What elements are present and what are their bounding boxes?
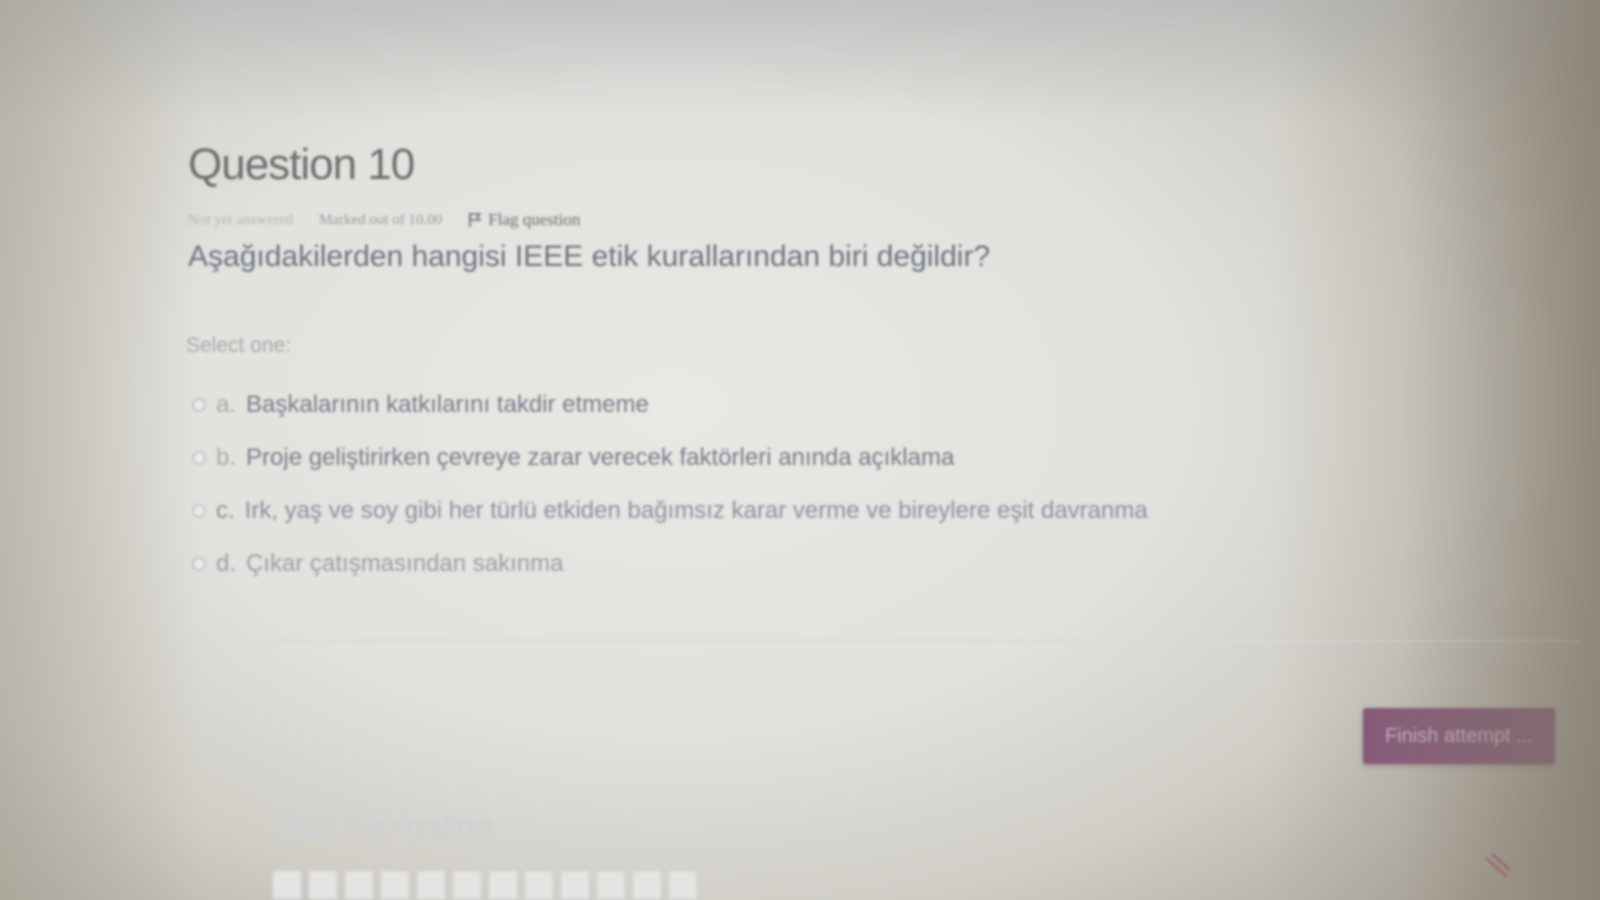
quiz-page: Question 10 Not yet answered Marked out … bbox=[0, 0, 1600, 900]
option-letter-a: a. bbox=[216, 390, 237, 418]
option-letter-c: c. bbox=[216, 496, 235, 524]
radio-button-b[interactable] bbox=[192, 450, 206, 465]
quiz-nav-button[interactable] bbox=[380, 870, 410, 900]
finish-attempt-button[interactable]: Finish attempt ... bbox=[1363, 708, 1555, 764]
quiz-nav-button[interactable] bbox=[344, 870, 374, 900]
answer-option-a[interactable]: a. Başkalarının katkılarını takdir etmem… bbox=[192, 378, 1148, 431]
quiz-nav-button[interactable] bbox=[560, 870, 590, 900]
answer-option-d[interactable]: d. Çıkar çatışmasından sakınma bbox=[192, 537, 1148, 590]
quiz-navigation-buttons bbox=[272, 870, 698, 900]
radio-button-d[interactable] bbox=[192, 556, 206, 571]
select-one-prompt: Select one: bbox=[186, 334, 292, 357]
radio-button-a[interactable] bbox=[192, 397, 206, 412]
question-marks: Marked out of 10.00 bbox=[318, 211, 443, 228]
quiz-nav-button[interactable] bbox=[416, 870, 446, 900]
quiz-nav-button[interactable] bbox=[524, 870, 554, 900]
quiz-navigation-title: Quiz navigation bbox=[272, 808, 493, 844]
quiz-nav-button[interactable] bbox=[668, 870, 698, 900]
option-letter-d: d. bbox=[216, 549, 237, 577]
quiz-nav-button[interactable] bbox=[632, 870, 662, 900]
question-text: Aşağıdakilerden hangisi IEEE etik kurall… bbox=[188, 240, 991, 273]
block-toggle-icon[interactable] bbox=[1480, 848, 1514, 882]
answer-option-b[interactable]: b. Proje geliştirirken çevreye zarar ver… bbox=[192, 431, 1148, 484]
question-info: Not yet answered Marked out of 10.00 Fla… bbox=[188, 210, 580, 230]
question-title: Question 10 bbox=[188, 140, 415, 189]
radio-button-c[interactable] bbox=[192, 503, 206, 518]
flag-question-link[interactable]: Flag question bbox=[468, 210, 580, 230]
option-text-c: Irk, yaş ve soy gibi her türlü etkiden b… bbox=[244, 496, 1148, 524]
quiz-nav-button[interactable] bbox=[272, 870, 302, 900]
question-status: Not yet answered bbox=[188, 211, 293, 228]
quiz-nav-button[interactable] bbox=[308, 870, 338, 900]
section-divider bbox=[180, 640, 1580, 642]
quiz-nav-button[interactable] bbox=[452, 870, 482, 900]
quiz-nav-button[interactable] bbox=[596, 870, 626, 900]
flag-question-label: Flag question bbox=[488, 210, 581, 229]
option-text-a: Başkalarının katkılarını takdir etmeme bbox=[246, 390, 649, 418]
option-text-b: Proje geliştirirken çevreye zarar verece… bbox=[246, 443, 955, 471]
option-text-d: Çıkar çatışmasından sakınma bbox=[246, 549, 564, 577]
answer-options: a. Başkalarının katkılarını takdir etmem… bbox=[192, 378, 1148, 590]
option-letter-b: b. bbox=[216, 443, 237, 471]
flag-icon bbox=[469, 213, 482, 227]
quiz-nav-button[interactable] bbox=[488, 870, 518, 900]
answer-option-c[interactable]: c. Irk, yaş ve soy gibi her türlü etkide… bbox=[192, 484, 1148, 537]
